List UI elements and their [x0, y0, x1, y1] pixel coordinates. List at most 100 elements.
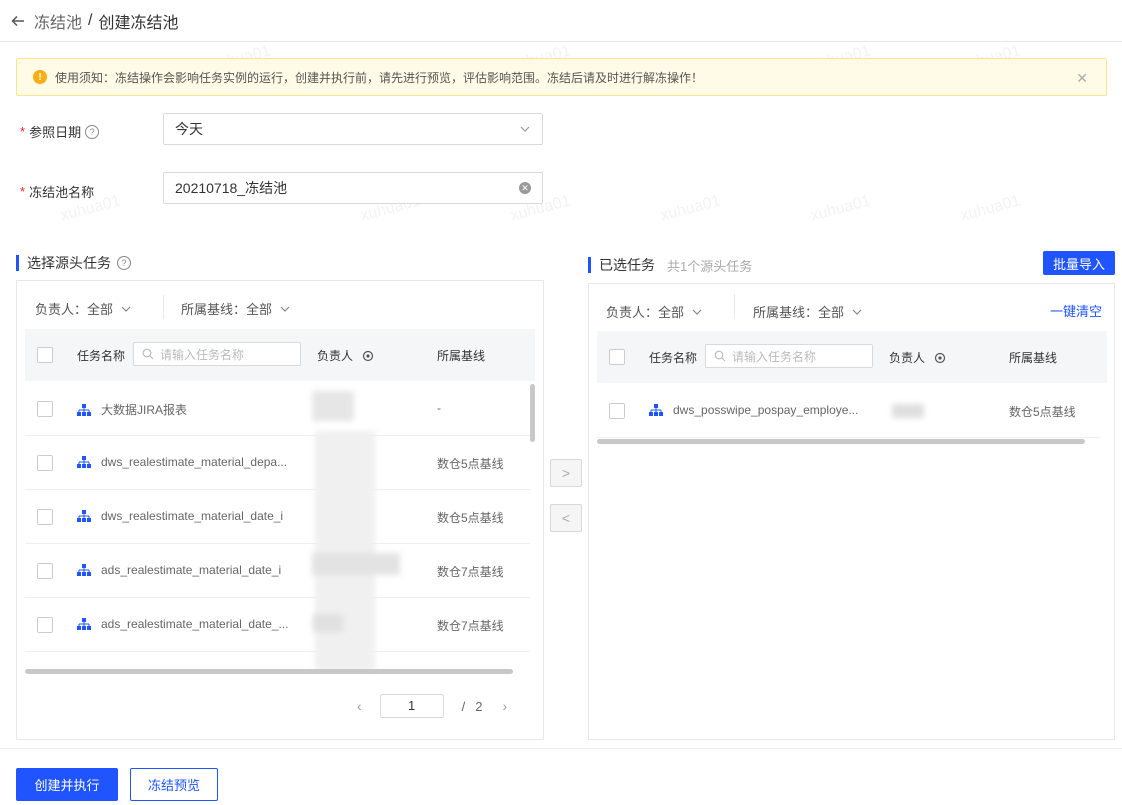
task-name-text: ads_realestimate_material_date_i	[101, 563, 282, 577]
row-checkbox[interactable]	[37, 563, 53, 579]
filter-divider	[734, 294, 735, 318]
col-task-name: 任务名称	[649, 351, 698, 365]
table-row[interactable]: dws_posswipe_pospay_employe... 数仓5点基线	[597, 384, 1099, 438]
table-row[interactable]: ads_realestimate_material_date_... 数仓7点基…	[25, 598, 530, 652]
freeze-preview-button[interactable]: 冻结预览	[130, 768, 218, 801]
prev-page-icon[interactable]: ‹	[357, 698, 362, 714]
batch-import-button[interactable]: 批量导入	[1043, 251, 1115, 275]
task-baseline: 数仓5点基线	[437, 457, 504, 471]
vertical-scrollbar[interactable]	[530, 384, 535, 442]
chevron-down-icon	[692, 309, 702, 315]
task-search-input[interactable]: 请输入任务名称	[705, 344, 873, 368]
gear-icon[interactable]	[934, 352, 946, 364]
workflow-icon	[77, 618, 91, 630]
page-separator: /	[461, 698, 466, 714]
col-owner: 负责人	[889, 349, 946, 366]
selected-task-panel: 负责人：全部 所属基线：全部 一键清空 任务名称 请输入任务名称 负责人 所属基…	[588, 283, 1115, 740]
col-owner-text: 负责人	[889, 351, 926, 365]
next-page-icon[interactable]: ›	[503, 698, 508, 714]
arrow-left-icon[interactable]	[10, 13, 26, 29]
row-checkbox[interactable]	[609, 403, 625, 419]
task-baseline: 数仓5点基线	[1009, 405, 1076, 419]
breadcrumb-separator: /	[88, 11, 93, 29]
help-icon[interactable]: ?	[117, 256, 131, 270]
search-placeholder: 请输入任务名称	[732, 349, 817, 364]
date-select[interactable]: 今天	[163, 113, 543, 145]
watermark: xuhua01	[658, 192, 723, 225]
page-total: 2	[475, 698, 483, 714]
select-all-checkbox[interactable]	[37, 347, 53, 363]
col-baseline: 所属基线	[1009, 351, 1058, 365]
page-header: 冻结池 / 创建冻结池	[0, 0, 1122, 42]
baseline-filter-label: 所属基线：全部	[753, 305, 845, 320]
baseline-filter-label: 所属基线：全部	[181, 302, 273, 317]
workflow-icon	[77, 564, 91, 576]
task-name[interactable]: ads_realestimate_material_date_i	[77, 563, 281, 577]
task-name-text: dws_posswipe_pospay_employe...	[673, 403, 859, 417]
redacted-owner	[313, 614, 343, 632]
owner-filter[interactable]: 负责人：全部	[35, 299, 131, 318]
table-row[interactable]: dws_realestimate_material_depa... 数仓5点基线	[25, 436, 530, 490]
workflow-icon	[649, 404, 663, 416]
pagination: ‹ 1 / 2 ›	[357, 694, 507, 718]
redacted-owner	[892, 404, 924, 418]
baseline-filter[interactable]: 所属基线：全部	[753, 302, 862, 321]
task-baseline: 数仓5点基线	[437, 511, 504, 525]
required-mark: *	[20, 124, 26, 139]
page-input[interactable]: 1	[379, 694, 444, 718]
horizontal-scrollbar[interactable]	[597, 439, 1085, 444]
date-select-value: 今天	[175, 121, 203, 137]
task-baseline: 数仓7点基线	[437, 565, 504, 579]
row-checkbox[interactable]	[37, 617, 53, 633]
row-checkbox[interactable]	[37, 509, 53, 525]
help-icon[interactable]: ?	[85, 124, 100, 139]
clear-icon[interactable]: ✕	[519, 182, 531, 194]
clear-all-link[interactable]: 一键清空	[1050, 301, 1102, 320]
left-section-title: 选择源头任务 ?	[16, 255, 131, 271]
task-name[interactable]: dws_realestimate_material_depa...	[77, 455, 287, 469]
pool-name-input[interactable]: 20210718_冻结池 ✕	[163, 172, 543, 204]
owner-filter-label: 负责人：全部	[35, 302, 114, 317]
breadcrumb-parent[interactable]: 冻结池	[34, 9, 82, 33]
create-execute-button[interactable]: 创建并执行	[16, 768, 118, 801]
pool-name-value: 20210718_冻结池	[175, 180, 288, 196]
row-checkbox[interactable]	[37, 455, 53, 471]
select-all-checkbox[interactable]	[609, 349, 625, 365]
task-name-text: 大数据JIRA报表	[101, 403, 188, 417]
search-icon	[714, 350, 726, 362]
task-name[interactable]: dws_realestimate_material_date_i	[77, 509, 283, 523]
move-left-button[interactable]: <	[550, 504, 582, 532]
task-name[interactable]: dws_posswipe_pospay_employe...	[649, 403, 858, 417]
task-name[interactable]: 大数据JIRA报表	[77, 401, 187, 418]
table-row[interactable]: 大数据JIRA报表 -	[25, 382, 530, 436]
watermark: xuhua01	[958, 192, 1023, 225]
name-label: * 冻结池名称	[20, 182, 94, 201]
notice-banner: ! 使用须知：冻结操作会影响任务实例的运行，创建并执行前，请先进行预览，评估影响…	[16, 58, 1107, 96]
chevron-down-icon	[852, 309, 862, 315]
row-checkbox[interactable]	[37, 401, 53, 417]
right-title-text: 已选任务	[599, 257, 655, 273]
date-label-text: 参照日期	[29, 125, 82, 140]
close-icon[interactable]: ✕	[1076, 70, 1088, 87]
workflow-icon	[77, 456, 91, 468]
workflow-icon	[77, 510, 91, 522]
col-owner: 负责人	[317, 347, 374, 364]
baseline-filter[interactable]: 所属基线：全部	[181, 299, 290, 318]
redacted-owner	[312, 391, 354, 421]
task-name[interactable]: ads_realestimate_material_date_...	[77, 617, 288, 631]
date-label: * 参照日期 ?	[20, 122, 100, 141]
filter-divider	[163, 295, 164, 319]
table-row[interactable]: ads_realestimate_material_date_i 数仓7点基线	[25, 544, 530, 598]
owner-filter[interactable]: 负责人：全部	[606, 302, 702, 321]
redacted-owner	[312, 553, 400, 575]
col-task-name: 任务名称	[77, 349, 126, 363]
right-section-title: 已选任务 共1个源头任务	[588, 257, 753, 274]
horizontal-scrollbar[interactable]	[25, 669, 513, 674]
task-search-input[interactable]: 请输入任务名称	[133, 342, 301, 366]
selected-count: 共1个源头任务	[667, 258, 753, 274]
move-right-button[interactable]: >	[550, 459, 582, 487]
col-owner-text: 负责人	[317, 349, 354, 363]
task-baseline: -	[437, 401, 441, 415]
table-row[interactable]: dws_realestimate_material_date_i 数仓5点基线	[25, 490, 530, 544]
gear-icon[interactable]	[362, 350, 374, 362]
